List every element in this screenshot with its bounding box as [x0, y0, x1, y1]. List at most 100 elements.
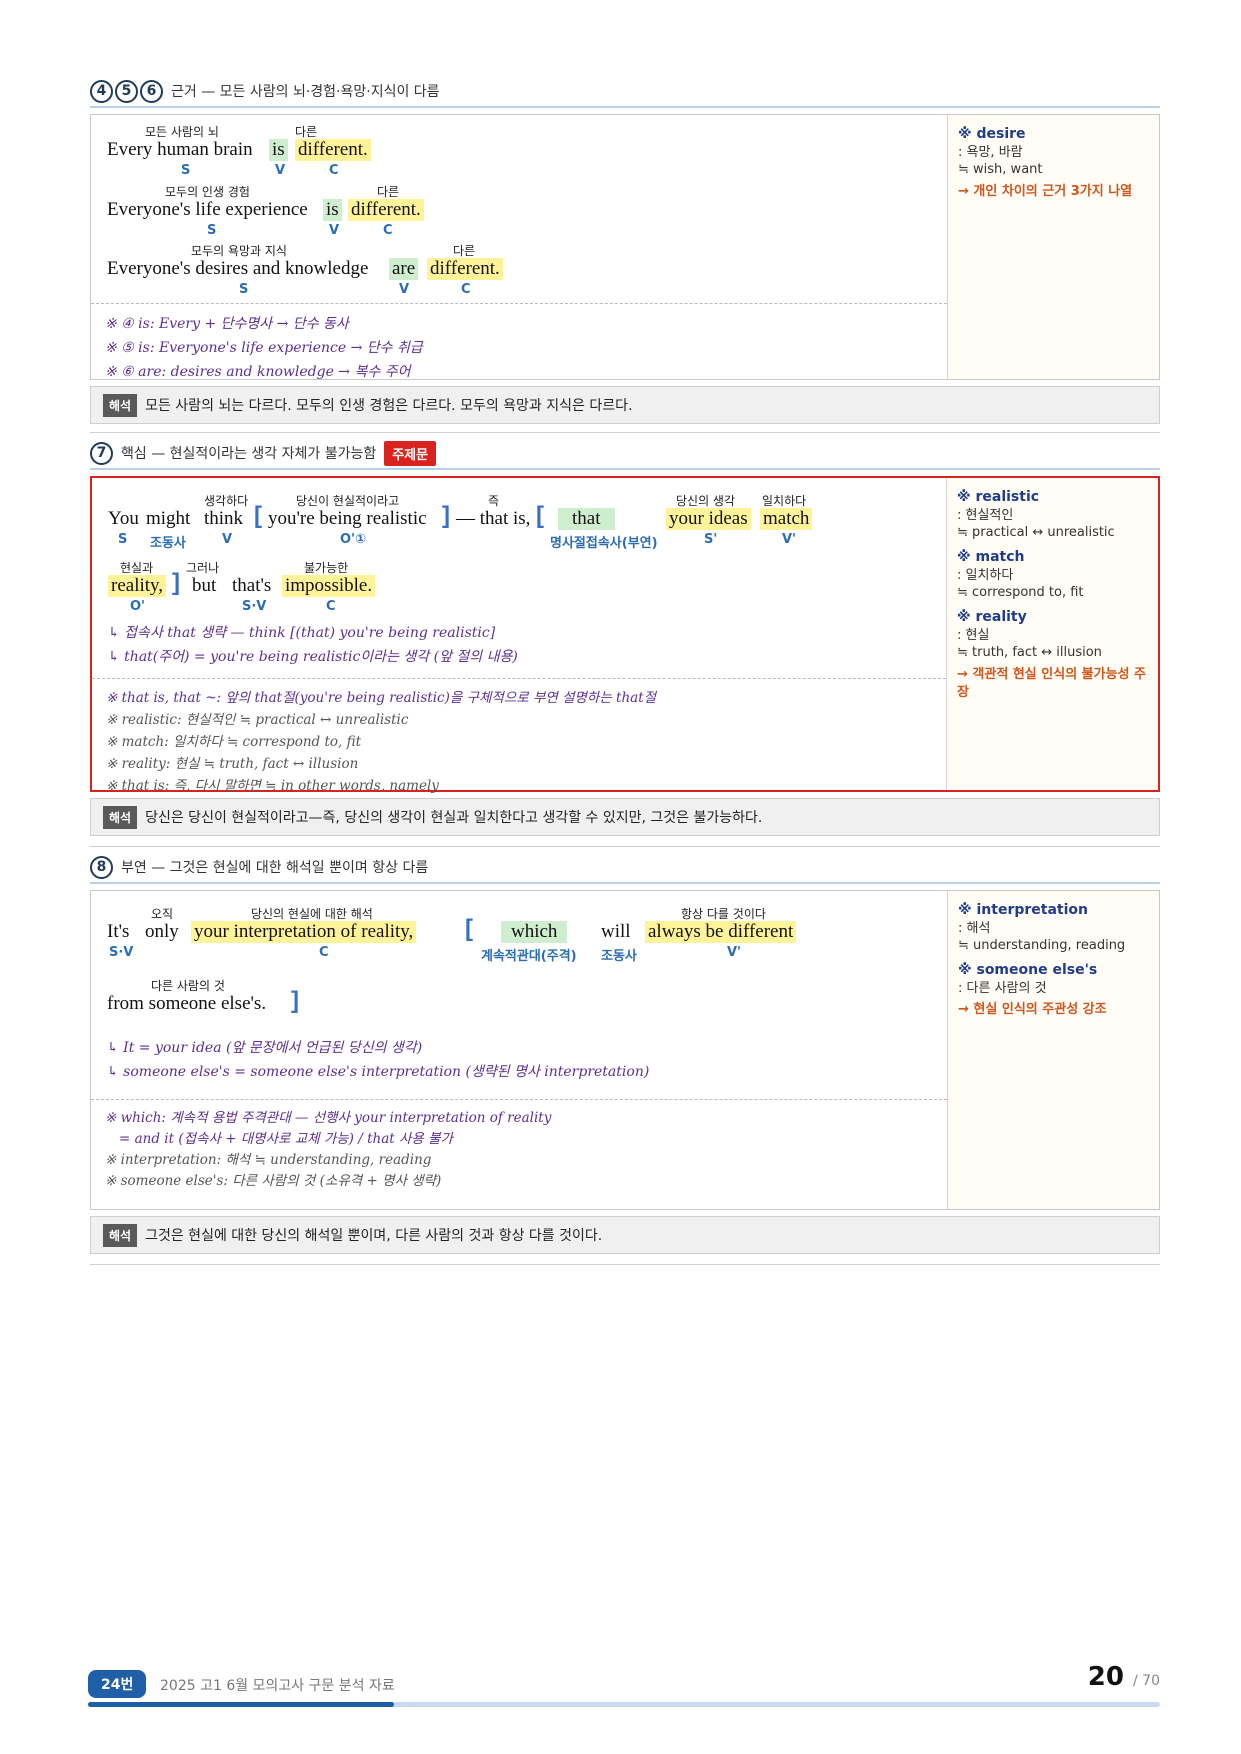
word: Every human brain — [107, 139, 253, 160]
word: will — [601, 921, 631, 942]
word: You — [108, 508, 139, 529]
word: Everyone's desires and knowledge — [107, 258, 369, 279]
syntax-label: C — [461, 282, 471, 297]
sentence-number: 5 — [115, 79, 138, 103]
clause-bracket: ] — [172, 569, 180, 596]
grammar-notes: ※ which: 계속적 용법 주격관대 — 선행사 your interpre… — [91, 1099, 947, 1200]
complement-highlight: different. — [295, 139, 371, 161]
syntax-label: 계속적관대(주격) — [481, 949, 577, 964]
syntax-label: C — [319, 945, 329, 960]
word: It's — [107, 921, 130, 942]
structure-note: ↳ It = your idea (앞 문장에서 언급된 당신의 생각) — [107, 1040, 423, 1056]
gloss: 모두의 욕망과 지식 — [191, 244, 287, 258]
vocab-meaning: : 현실 — [957, 627, 990, 643]
object-highlight: reality, — [108, 575, 167, 597]
word: think — [204, 508, 244, 529]
complement-highlight: different. — [348, 199, 424, 221]
clause-bracket: ] — [291, 987, 299, 1014]
syntax-label: V' — [727, 945, 742, 960]
translation-bar: 해석 그것은 현실에 대한 당신의 해석일 뿐이며, 다른 사람의 것과 항상 … — [90, 1216, 1160, 1254]
gloss: 모든 사람의 뇌 — [145, 125, 219, 139]
word: that's — [232, 575, 272, 596]
syntax-label: V' — [782, 532, 797, 547]
grammar-note: = and it (접속사 + 대명사로 교체 가능) / that 사용 불가 — [119, 1131, 453, 1147]
syntax-label: C — [326, 599, 336, 614]
vocab-meaning: : 욕망, 바람 — [958, 144, 1023, 160]
grammar-note: ※ ④ is: Every + 단수명사 → 단수 동사 — [105, 316, 349, 332]
grammar-note: ※ ⑤ is: Everyone's life experience → 단수 … — [105, 340, 423, 356]
subject-highlight: your ideas — [666, 508, 751, 530]
gloss: 다른 사람의 것 — [151, 979, 225, 993]
syntax-label: V — [222, 532, 233, 547]
relative-pronoun-highlight: which — [501, 921, 568, 943]
grammar-notes: ※ that is, that ~: 앞의 that절(you're being… — [92, 678, 946, 805]
syntax-label: O'① — [340, 532, 367, 547]
vocab-synonym: ≒ wish, want — [958, 162, 1043, 178]
analysis-box: 오직 당신의 현실에 대한 해석 항상 다를 것이다 It's only you… — [90, 890, 1160, 1210]
syntax-label: V — [329, 223, 340, 238]
vocab-synonym: ≒ truth, fact ↔ illusion — [957, 645, 1102, 661]
vocab-meaning: : 해석 — [958, 920, 991, 936]
structure-note: ↳ someone else's = someone else's interp… — [107, 1064, 650, 1080]
gloss: 항상 다를 것이다 — [681, 907, 766, 921]
translation-text: 모든 사람의 뇌는 다르다. 모두의 인생 경험은 다르다. 모두의 욕망과 지… — [145, 398, 633, 414]
word: might — [146, 508, 191, 529]
translation-text: 그것은 현실에 대한 당신의 해석일 뿐이며, 다른 사람의 것과 항상 다를 … — [145, 1228, 603, 1244]
grammar-note: ※ which: 계속적 용법 주격관대 — 선행사 your interpre… — [105, 1110, 552, 1126]
divider — [90, 1264, 1160, 1265]
grammar-note: ※ ⑥ are: desires and knowledge → 복수 주어 — [105, 364, 411, 380]
clause-bracket: [ — [536, 502, 544, 529]
gloss: 생각하다 — [204, 494, 249, 508]
key-point: → 현실 인식의 주관성 강조 — [958, 1002, 1107, 1018]
verb-highlight: is — [323, 199, 342, 221]
grammar-note: ※ match: 일치하다 ≒ correspond to, fit — [106, 734, 362, 750]
clause-bracket: [ — [254, 502, 262, 529]
syntax-label: S — [239, 282, 249, 297]
vocab-headword: ※ desire — [958, 126, 1026, 142]
section-title: 부연 — 그것은 현실에 대한 해석일 뿐이며 항상 다름 — [121, 860, 429, 876]
vocab-synonym: ≒ correspond to, fit — [957, 585, 1084, 601]
document-title: 2025 고1 6월 모의고사 구문 분석 자료 — [160, 1678, 395, 1694]
sentence-analysis: 생각하다 당신이 현실적이라고 즉 당신의 생각 일치하다 You might … — [92, 478, 946, 678]
complement-highlight: your interpretation of reality, — [191, 921, 417, 943]
syntax-label: 명사절접속사(부연) — [550, 536, 658, 551]
conjunction-highlight: that — [558, 508, 615, 530]
verb-highlight: match — [760, 508, 813, 530]
complement-highlight: different. — [427, 258, 503, 280]
gloss: 당신의 생각 — [676, 494, 736, 508]
syntax-label: C — [329, 163, 339, 178]
gloss: 현실과 — [120, 561, 154, 575]
vocab-meaning: : 현실적인 — [957, 507, 1014, 523]
current-page: 20 — [1087, 1662, 1124, 1692]
divider — [90, 432, 1160, 433]
syntax-label: V — [399, 282, 410, 297]
analysis-box-topic: 생각하다 당신이 현실적이라고 즉 당신의 생각 일치하다 You might … — [90, 476, 1160, 794]
gloss: 당신이 현실적이라고 — [296, 494, 400, 508]
structure-note: ↳ 접속사 that 생략 — think [(that) you're bei… — [108, 625, 496, 641]
clause-bracket: ] — [442, 502, 450, 529]
vocab-synonym: ≒ practical ↔ unrealistic — [957, 525, 1115, 541]
topic-sentence-badge: 주제문 — [384, 440, 437, 466]
question-number-badge: 24번 — [88, 1670, 147, 1698]
vocab-sidebar: ※ realistic : 현실적인 ≒ practical ↔ unreali… — [946, 478, 1158, 790]
vocab-headword: ※ interpretation — [958, 902, 1088, 918]
syntax-label: S — [181, 163, 191, 178]
grammar-notes: ※ ④ is: Every + 단수명사 → 단수 동사 ※ ⑤ is: Eve… — [91, 303, 947, 392]
progress-fill — [88, 1702, 395, 1707]
word: from someone else's. — [107, 993, 267, 1014]
gloss: 불가능한 — [304, 561, 349, 575]
gloss: 당신의 현실에 대한 해석 — [251, 907, 373, 921]
gloss: 다른 — [295, 125, 318, 139]
word: but — [192, 575, 217, 596]
sentence-number: 7 — [90, 441, 113, 465]
translation-text: 당신은 당신이 현실적이라고—즉, 당신의 생각이 현실과 일치한다고 생각할 … — [145, 810, 763, 826]
vocab-sidebar: ※ interpretation : 해석 ≒ understanding, r… — [947, 891, 1159, 1209]
grammar-note: ※ that is, that ~: 앞의 that절(you're being… — [106, 690, 657, 706]
progress-track — [88, 1702, 1160, 1707]
total-pages: / 70 — [1133, 1673, 1160, 1689]
gloss: 다른 — [377, 185, 400, 199]
vocab-headword: ※ match — [957, 548, 1025, 565]
vocab-meaning: : 다른 사람의 것 — [958, 980, 1047, 996]
word: you're being realistic — [268, 508, 427, 529]
page-number: 20 / 70 — [1088, 1662, 1160, 1692]
